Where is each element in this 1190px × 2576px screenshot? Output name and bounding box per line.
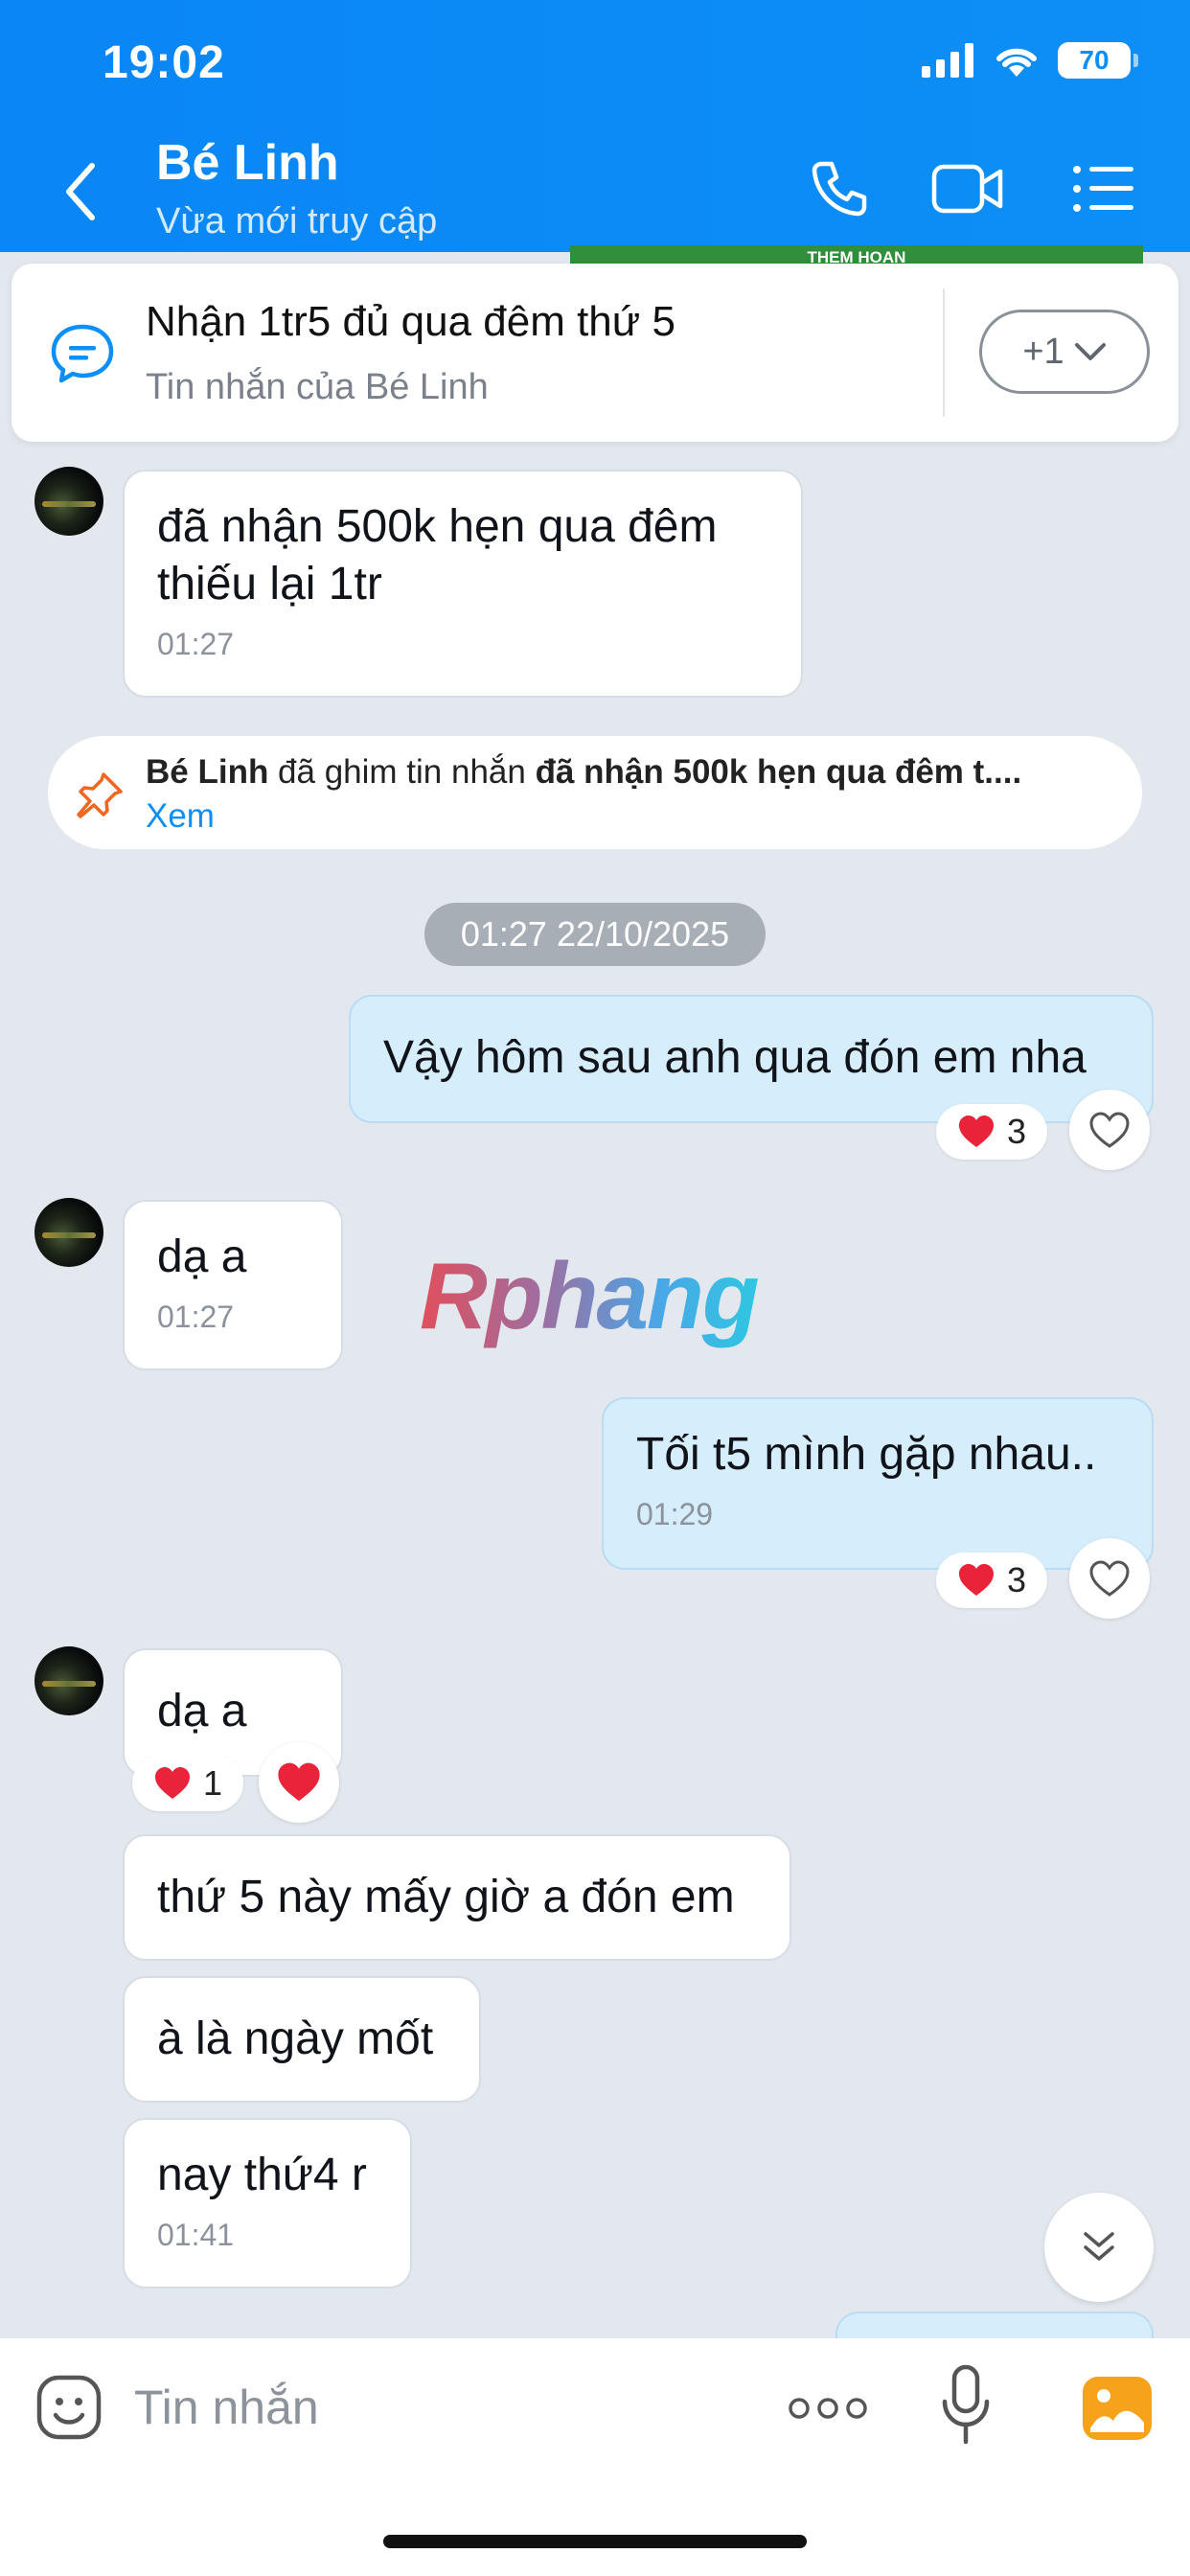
double-chevron-down-icon [1084,2232,1114,2261]
chat-header: 19:02 70 Bé Linh Vừa mới truy cập [0,0,1190,252]
divider [943,288,945,417]
pin-notice: Bé Linh đã ghim tin nhắn đã nhận 500k hẹ… [48,736,1142,849]
status-time: 19:02 [103,37,225,88]
chat-bubble-icon [51,324,114,383]
home-indicator [383,2535,807,2548]
message-input[interactable] [134,2377,747,2438]
message-time: 01:27 [157,627,235,661]
avatar[interactable] [34,467,103,536]
pin-notice-actor: Bé Linh [146,753,269,791]
avatar[interactable] [34,1198,103,1267]
message-bubble-outgoing [835,2312,1154,2340]
message-text: dạ a [157,1686,247,1736]
heart-icon [959,1564,994,1596]
message-bubble[interactable]: dạ a 01:27 [123,1200,343,1370]
reaction-summary[interactable]: 3 [936,1104,1048,1160]
heart-icon [959,1116,994,1147]
video-camera-icon [931,164,1003,214]
heart-icon [278,1762,320,1802]
message-bubble[interactable]: nay thứ4 r 01:41 [123,2118,412,2288]
message-text: à là ngày mốt [157,2013,434,2064]
reaction-count: 3 [1007,1112,1027,1151]
reaction-summary[interactable]: 3 [936,1552,1048,1608]
reaction-count: 1 [203,1763,223,1803]
reaction-count: 3 [1007,1560,1027,1599]
pinned-message-source: Tin nhắn của Bé Linh [146,367,489,407]
more-pinned-count: +1 [1022,331,1064,372]
message-time: 01:41 [157,2218,235,2252]
chat-options-button[interactable] [1067,155,1140,222]
react-button[interactable] [259,1742,339,1823]
reaction-summary[interactable]: 1 [132,1756,244,1811]
status-icons: 70 [922,42,1138,79]
message-bubble[interactable]: thứ 5 này mấy giờ a đón em [123,1834,791,1961]
pinned-message-text: Nhận 1tr5 đủ qua đêm thứ 5 [146,298,675,345]
image-icon[interactable] [1081,2375,1154,2442]
pushpin-icon [77,772,123,818]
pin-notice-snippet: đã nhận 500k hẹn qua đêm t.... [535,753,1022,791]
battery-indicator: 70 [1058,42,1138,79]
message-text: dạ a [157,1231,247,1282]
message-text: thứ 5 này mấy giờ a đón em [157,1872,735,1922]
microphone-icon[interactable] [939,2363,993,2450]
signal-icon [922,43,973,78]
sticker-icon[interactable] [34,2373,103,2442]
contact-status: Vừa mới truy cập [156,201,438,242]
message-time: 01:29 [636,1497,714,1531]
list-icon [1073,166,1133,212]
watermark-logo: Rphang [420,1243,760,1348]
heart-outline-icon [1089,1112,1130,1148]
message-text: Vậy hôm sau anh qua đón em nha [383,1032,1087,1083]
react-button[interactable] [1069,1538,1150,1619]
more-options-icon[interactable] [788,2386,868,2430]
message-bubble-outgoing[interactable]: Tối t5 mình gặp nhau.. 01:29 [602,1397,1154,1570]
video-call-button[interactable] [931,155,1004,222]
message-text: nay thứ4 r [157,2150,367,2200]
message-text: Tối t5 mình gặp nhau.. [636,1429,1097,1480]
back-button[interactable] [57,158,105,225]
message-bubble[interactable]: đã nhận 500k hẹn qua đêm thiếu lại 1tr 0… [123,470,803,698]
date-divider: 01:27 22/10/2025 [424,903,766,966]
banner-peek: THEM HOAN [570,245,1143,264]
message-text: đã nhận 500k hẹn qua đêm thiếu lại 1tr [157,501,718,610]
pin-notice-text: Bé Linh đã ghim tin nhắn đã nhận 500k hẹ… [146,753,1021,792]
voice-call-button[interactable] [803,155,876,222]
avatar[interactable] [34,1646,103,1715]
wifi-icon [996,48,1037,77]
view-pinned-link[interactable]: Xem [146,797,215,836]
message-bubble[interactable]: à là ngày mốt [123,1976,481,2103]
message-bubble-outgoing[interactable]: Vậy hôm sau anh qua đón em nha [349,995,1154,1123]
chevron-down-icon [1074,343,1106,360]
message-time: 01:27 [157,1300,235,1334]
contact-name[interactable]: Bé Linh [156,134,339,192]
pin-notice-action: đã ghim tin nhắn [268,753,536,791]
phone-icon [812,161,867,217]
react-button[interactable] [1069,1090,1150,1170]
pinned-messages-card[interactable]: Nhận 1tr5 đủ qua đêm thứ 5 Tin nhắn của … [11,264,1179,442]
heart-outline-icon [1089,1560,1130,1597]
heart-icon [155,1767,190,1799]
more-pinned-button[interactable]: +1 [979,310,1150,394]
scroll-to-bottom-button[interactable] [1044,2193,1154,2302]
